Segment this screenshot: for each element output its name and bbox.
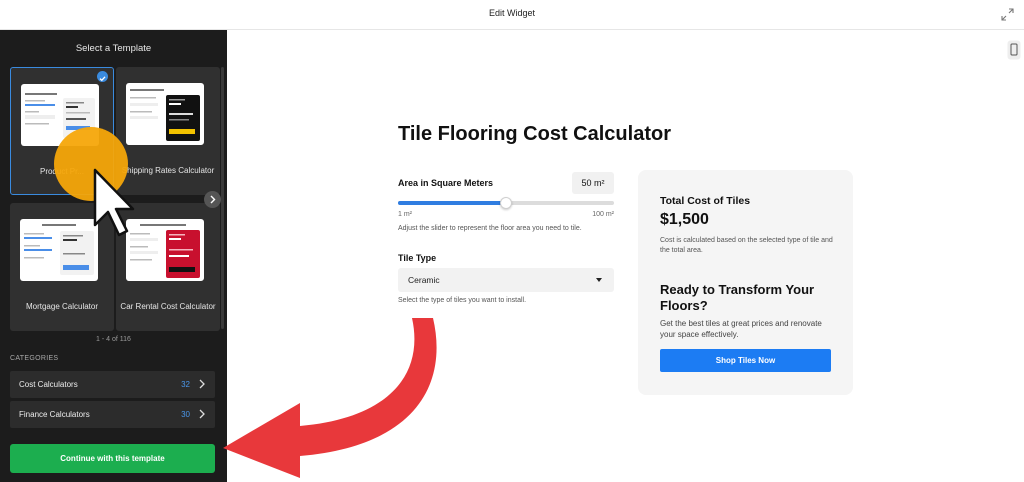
cta-heading: Ready to Transform Your Floors? (660, 282, 815, 313)
tile-type-select[interactable]: Ceramic (398, 268, 614, 292)
template-card-label: Product Pr... (39, 167, 85, 176)
template-thumbnail (21, 84, 99, 146)
categories-heading: CATEGORIES (10, 355, 59, 362)
template-card-car-rental[interactable]: Car Rental Cost Calculator (116, 203, 220, 331)
area-help-text: Adjust the slider to represent the floor… (398, 225, 582, 232)
result-card: Total Cost of Tiles $1,500 Cost is calcu… (638, 170, 853, 395)
slider-min-label: 1 m² (398, 211, 412, 218)
tile-type-value: Ceramic (408, 275, 440, 285)
slider-handle[interactable] (500, 197, 512, 209)
category-item-finance-calculators[interactable]: Finance Calculators 30 (10, 401, 215, 428)
category-label: Finance Calculators (19, 410, 90, 419)
annotation-arrow (223, 318, 437, 478)
template-thumbnail (126, 83, 204, 145)
template-scrollbar[interactable] (221, 67, 224, 329)
category-item-cost-calculators[interactable]: Cost Calculators 32 (10, 371, 215, 398)
expand-icon[interactable] (1001, 8, 1014, 21)
continue-with-template-button[interactable]: Continue with this template (10, 444, 215, 473)
total-cost-amount: $1,500 (660, 211, 709, 228)
dropdown-caret-icon (596, 278, 602, 282)
shop-tiles-button[interactable]: Shop Tiles Now (660, 349, 831, 372)
template-card-label: Car Rental Cost Calculator (120, 302, 216, 311)
template-card-shipping[interactable]: Shipping Rates Calculator (116, 67, 220, 195)
chevron-right-icon (199, 379, 205, 389)
chevron-right-icon (210, 195, 216, 204)
top-bar: Edit Widget (0, 0, 1024, 30)
template-card-label: Mortgage Calculator (25, 302, 99, 311)
area-value-display: 50 m² (572, 172, 614, 194)
pagination-text: 1 - 4 of 116 (96, 336, 131, 343)
total-cost-note: Cost is calculated based on the selected… (660, 237, 833, 254)
template-card-mortgage[interactable]: Mortgage Calculator (10, 203, 114, 331)
template-sidebar: Select a Template Product Pr... Shipping… (0, 30, 227, 482)
template-thumbnail (126, 219, 204, 281)
category-count: 30 (181, 410, 190, 419)
tile-type-label: Tile Type (398, 253, 437, 263)
area-label: Area in Square Meters (398, 178, 494, 188)
chevron-right-icon (199, 409, 205, 419)
template-card-label: Shipping Rates Calculator (121, 166, 215, 175)
template-thumbnail (20, 219, 98, 281)
total-cost-heading: Total Cost of Tiles (660, 195, 751, 207)
mobile-preview-icon[interactable] (1007, 40, 1021, 60)
cta-text: Get the best tiles at great prices and r… (660, 319, 822, 339)
sidebar-title: Select a Template (75, 43, 152, 54)
category-count: 32 (181, 380, 190, 389)
window-title: Edit Widget (488, 8, 536, 18)
slider-fill (398, 201, 506, 205)
calculator-title: Tile Flooring Cost Calculator (398, 123, 671, 145)
template-card-flooring[interactable]: Product Pr... (10, 67, 114, 195)
next-page-button[interactable] (204, 191, 221, 208)
tile-type-help-text: Select the type of tiles you want to ins… (398, 297, 527, 304)
category-label: Cost Calculators (19, 380, 78, 389)
area-slider[interactable] (398, 197, 614, 209)
selected-check-icon (97, 71, 108, 82)
slider-max-label: 100 m² (592, 211, 614, 218)
